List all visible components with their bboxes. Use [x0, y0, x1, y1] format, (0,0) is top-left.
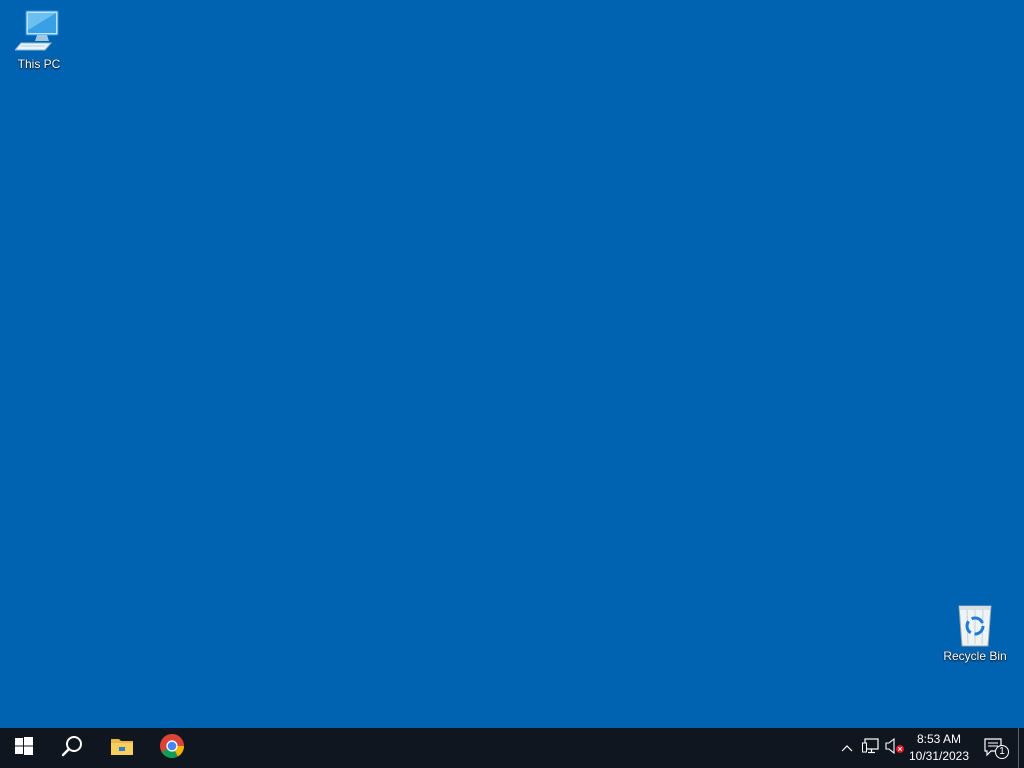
- recycle-bin-icon: [951, 600, 999, 648]
- chrome-icon: [159, 733, 185, 764]
- notification-count-badge: 1: [999, 746, 1005, 757]
- file-explorer-button[interactable]: [98, 728, 146, 768]
- desktop-icon-this-pc[interactable]: This PC: [1, 8, 77, 71]
- computer-icon: [13, 8, 63, 56]
- clock-date: 10/31/2023: [908, 749, 970, 763]
- taskbar: 8:53 AM 10/31/2023 1: [0, 728, 1024, 768]
- volume-button[interactable]: [884, 728, 906, 768]
- action-center-button[interactable]: 1: [976, 728, 1016, 768]
- desktop-icon-label: This PC: [17, 57, 61, 71]
- chrome-button[interactable]: [148, 728, 196, 768]
- search-button[interactable]: [48, 728, 96, 768]
- desktop[interactable]: This PC Recycle Bin: [0, 0, 1024, 728]
- volume-muted-icon: [885, 737, 905, 759]
- file-explorer-icon: [110, 736, 134, 761]
- clock-time: 8:53 AM: [916, 732, 962, 746]
- network-button[interactable]: [860, 728, 882, 768]
- start-button[interactable]: [0, 728, 48, 768]
- show-hidden-icons-button[interactable]: [836, 728, 858, 768]
- network-icon: [862, 737, 880, 759]
- desktop-icon-label: Recycle Bin: [943, 649, 1007, 663]
- chevron-up-icon: [841, 739, 853, 757]
- action-center-icon: 1: [983, 737, 1009, 759]
- search-icon: [61, 735, 83, 762]
- clock[interactable]: 8:53 AM 10/31/2023: [906, 728, 972, 768]
- desktop-icon-recycle-bin[interactable]: Recycle Bin: [937, 600, 1013, 663]
- show-desktop-button[interactable]: [1018, 728, 1024, 768]
- windows-start-icon: [15, 736, 33, 760]
